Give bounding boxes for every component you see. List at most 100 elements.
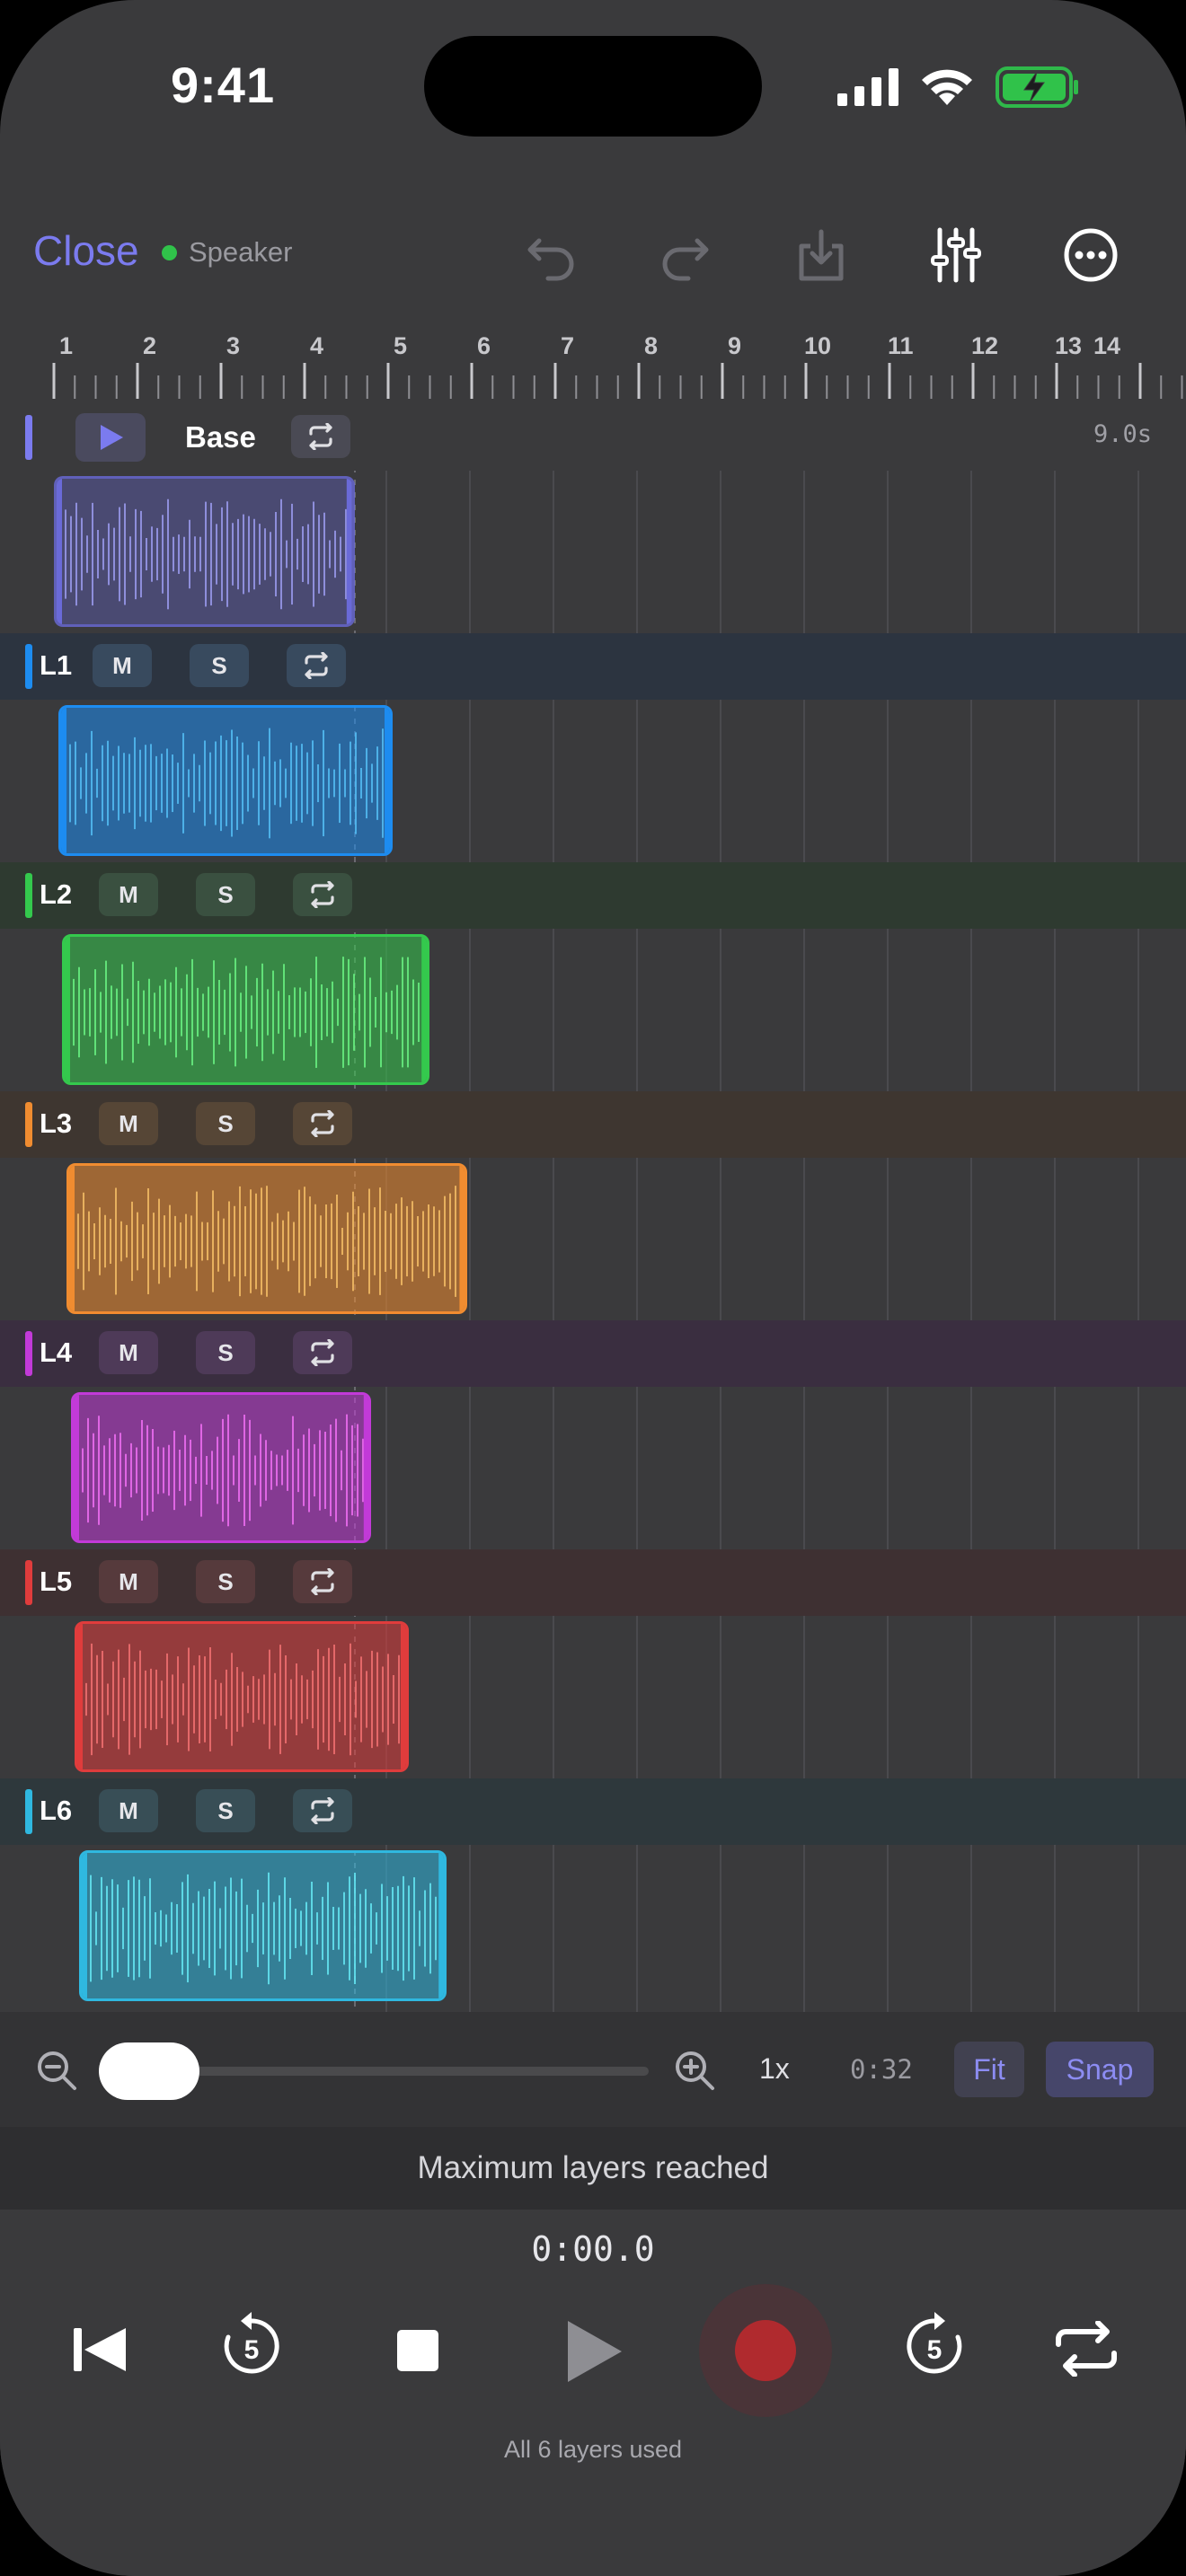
loop-toggle-button[interactable] bbox=[293, 1789, 352, 1832]
mute-button[interactable]: M bbox=[93, 644, 152, 687]
track-header-l3: L3 M S bbox=[0, 1091, 1186, 1158]
track-label: L5 bbox=[40, 1566, 73, 1597]
base-play-button[interactable] bbox=[75, 413, 146, 462]
track-label: L6 bbox=[40, 1795, 73, 1826]
track-lane-l2[interactable] bbox=[0, 929, 1186, 1090]
loop-icon bbox=[311, 1110, 334, 1137]
track-label: Base bbox=[185, 420, 256, 454]
mute-button[interactable]: M bbox=[99, 1789, 158, 1832]
skip-forward-seconds: 5 bbox=[926, 2335, 943, 2365]
solo-button[interactable]: S bbox=[196, 1560, 255, 1603]
track-lane-l3[interactable] bbox=[0, 1158, 1186, 1319]
audio-clip-l6[interactable] bbox=[78, 1850, 447, 2001]
track-lane-base[interactable] bbox=[0, 471, 1186, 632]
skip-back-button[interactable]: 5 bbox=[219, 2310, 284, 2380]
loop-icon bbox=[305, 652, 328, 679]
notice-banner: Maximum layers reached bbox=[0, 2127, 1186, 2210]
track-color-accent bbox=[25, 1102, 32, 1147]
audio-clip-l4[interactable] bbox=[70, 1392, 372, 1543]
track-header-l6: L6 M S bbox=[0, 1778, 1186, 1845]
track-color-accent bbox=[25, 873, 32, 918]
loop-icon bbox=[311, 881, 334, 908]
solo-button[interactable]: S bbox=[196, 1102, 255, 1145]
timeline-ruler[interactable]: 1 2 3 4 5 6 7 8 9 10 11 12 13 14 bbox=[0, 323, 1186, 404]
track-color-accent bbox=[25, 1331, 32, 1376]
base-duration: 9.0s bbox=[1093, 420, 1152, 448]
loop-toggle-button[interactable] bbox=[293, 1560, 352, 1603]
track-lane-l6[interactable] bbox=[0, 1845, 1186, 2007]
stop-button[interactable] bbox=[397, 2330, 438, 2371]
snap-toggle-button[interactable]: Snap bbox=[1046, 2042, 1154, 2097]
track-lane-l4[interactable] bbox=[0, 1387, 1186, 1548]
wifi-icon bbox=[922, 69, 972, 105]
solo-button[interactable]: S bbox=[196, 873, 255, 916]
ruler-mark: 6 bbox=[477, 332, 491, 359]
track-lane-l1[interactable] bbox=[0, 700, 1186, 861]
editor-toolbar: Close Speaker bbox=[0, 214, 1186, 293]
zoom-out-icon[interactable] bbox=[36, 2050, 77, 2091]
play-icon bbox=[568, 2321, 622, 2382]
playhead-time: 0:00.0 bbox=[531, 2229, 655, 2269]
track-label: L1 bbox=[40, 649, 73, 681]
save-download-icon[interactable] bbox=[792, 226, 850, 284]
ruler-mark: 1 bbox=[59, 332, 74, 359]
mute-button[interactable]: M bbox=[99, 1102, 158, 1145]
total-duration: 0:32 bbox=[850, 2054, 913, 2085]
close-button[interactable]: Close bbox=[33, 226, 139, 275]
ruler-mark: 11 bbox=[888, 332, 914, 359]
output-route-label[interactable]: Speaker bbox=[189, 236, 292, 269]
track-header-l5: L5 M S bbox=[0, 1549, 1186, 1616]
ruler-mark: 13 bbox=[1055, 332, 1083, 359]
skip-to-start-icon[interactable] bbox=[72, 2325, 129, 2375]
solo-button[interactable]: S bbox=[190, 644, 249, 687]
undo-icon[interactable] bbox=[523, 226, 580, 284]
ruler-ticks bbox=[52, 363, 1183, 399]
ruler-mark: 2 bbox=[143, 332, 157, 359]
play-icon bbox=[101, 425, 123, 450]
ruler-mark: 10 bbox=[804, 332, 832, 359]
fit-button[interactable]: Fit bbox=[954, 2042, 1024, 2097]
zoom-slider-thumb[interactable] bbox=[99, 2042, 199, 2100]
loop-playback-icon[interactable] bbox=[1053, 2321, 1120, 2377]
track-lane-l5[interactable] bbox=[0, 1616, 1186, 1778]
record-button[interactable] bbox=[699, 2284, 832, 2417]
zoom-in-icon[interactable] bbox=[674, 2050, 715, 2091]
mute-button[interactable]: M bbox=[99, 873, 158, 916]
solo-button[interactable]: S bbox=[196, 1331, 255, 1374]
mixer-sliders-icon[interactable] bbox=[927, 226, 985, 284]
audio-clip-l2[interactable] bbox=[62, 934, 430, 1085]
ruler-mark: 14 bbox=[1093, 332, 1121, 359]
loop-toggle-button[interactable] bbox=[293, 1102, 352, 1145]
ruler-mark: 12 bbox=[971, 332, 999, 359]
loop-toggle-button[interactable] bbox=[293, 1331, 352, 1374]
loop-toggle-button[interactable] bbox=[287, 644, 346, 687]
ruler-mark: 8 bbox=[644, 332, 659, 359]
more-icon[interactable] bbox=[1062, 226, 1120, 284]
mute-button[interactable]: M bbox=[99, 1560, 158, 1603]
track-label: L2 bbox=[40, 878, 73, 910]
track-color-accent bbox=[25, 1789, 32, 1834]
loop-toggle-button[interactable] bbox=[291, 415, 350, 458]
play-button[interactable] bbox=[566, 2319, 624, 2384]
cellular-signal-icon bbox=[837, 68, 898, 106]
audio-clip-l1[interactable] bbox=[58, 705, 393, 856]
skip-forward-button[interactable]: 5 bbox=[902, 2310, 967, 2380]
ruler-mark: 3 bbox=[226, 332, 241, 359]
track-color-accent bbox=[25, 1560, 32, 1605]
mute-button[interactable]: M bbox=[99, 1331, 158, 1374]
audio-clip-l3[interactable] bbox=[66, 1163, 468, 1314]
solo-button[interactable]: S bbox=[196, 1789, 255, 1832]
redo-icon[interactable] bbox=[656, 226, 713, 284]
track-color-accent bbox=[25, 415, 32, 460]
ruler-mark: 5 bbox=[394, 332, 408, 359]
track-label: L4 bbox=[40, 1337, 73, 1368]
loop-toggle-button[interactable] bbox=[293, 873, 352, 916]
waveform bbox=[73, 1395, 369, 1540]
phone-screen: 9:41 Close Speaker 1 2 3 4 5 6 7 8 9 10 … bbox=[0, 0, 1186, 2576]
zoom-level[interactable]: 1x bbox=[759, 2052, 790, 2086]
audio-clip-l5[interactable] bbox=[75, 1621, 410, 1772]
audio-clip-base[interactable] bbox=[54, 476, 355, 627]
waveform bbox=[57, 479, 352, 624]
track-list[interactable]: Base 9.0s L1 M S L2 M S L3 M S L4 M S L5… bbox=[0, 404, 1186, 2012]
battery-charging-icon bbox=[996, 66, 1078, 108]
